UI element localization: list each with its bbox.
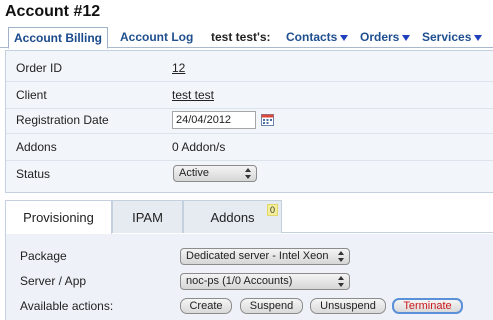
- status-label: Status: [16, 167, 51, 181]
- account-details-panel: Order ID 12 Client test test Registratio…: [5, 50, 493, 193]
- tab-addons-label: Addons: [210, 210, 255, 225]
- page-title: Account #12: [5, 3, 101, 20]
- registration-date-label: Registration Date: [16, 113, 109, 127]
- service-tabs: Provisioning IPAM Addons 0: [5, 200, 493, 234]
- package-select-value: Dedicated server - Intel Xeon: [186, 250, 329, 262]
- menu-services-label: Services: [422, 30, 472, 44]
- client-row: Client test test: [6, 82, 493, 109]
- menu-services[interactable]: Services: [422, 27, 483, 48]
- tab-account-log[interactable]: Account Log: [120, 27, 193, 48]
- registration-date-row: Registration Date 24/04/2012: [6, 107, 493, 134]
- order-id-row: Order ID 12: [6, 55, 493, 82]
- tab-provisioning[interactable]: Provisioning: [5, 200, 112, 234]
- package-label: Package: [20, 249, 67, 263]
- server-label: Server / App: [20, 274, 87, 288]
- status-select-value: Active: [179, 167, 209, 179]
- addons-count-badge: 0: [266, 204, 278, 216]
- select-arrows-icon: [338, 276, 345, 287]
- server-select-value: noc-ps (1/0 Accounts): [186, 275, 293, 287]
- tab-account-billing[interactable]: Account Billing: [8, 27, 108, 49]
- status-row: Status Active: [6, 161, 493, 188]
- available-actions-label: Available actions:: [20, 299, 114, 313]
- client-link[interactable]: test test: [172, 88, 214, 102]
- order-id-label: Order ID: [16, 61, 63, 75]
- client-label: Client: [16, 88, 47, 102]
- calendar-icon[interactable]: [261, 113, 274, 126]
- suspend-button[interactable]: Suspend: [240, 298, 303, 314]
- chevron-down-icon: [402, 34, 411, 41]
- tab-addons[interactable]: Addons 0: [183, 200, 282, 233]
- order-id-link[interactable]: 12: [172, 61, 185, 75]
- addons-row: Addons 0 Addon/s: [6, 134, 493, 161]
- tab-ipam[interactable]: IPAM: [112, 200, 183, 233]
- package-select[interactable]: Dedicated server - Intel Xeon: [180, 248, 350, 265]
- select-arrows-icon: [338, 251, 345, 262]
- terminate-button[interactable]: Terminate: [392, 298, 463, 314]
- top-navigation: Account Billing Account Log test test's:…: [0, 27, 493, 49]
- menu-orders[interactable]: Orders: [360, 27, 411, 48]
- server-select[interactable]: noc-ps (1/0 Accounts): [180, 273, 350, 290]
- create-button[interactable]: Create: [180, 298, 232, 314]
- status-select[interactable]: Active: [173, 165, 257, 182]
- client-label: test test's:: [211, 30, 271, 44]
- chevron-down-icon: [340, 34, 349, 41]
- unsuspend-button[interactable]: Unsuspend: [310, 298, 386, 314]
- menu-contacts[interactable]: Contacts: [286, 27, 349, 48]
- select-arrows-icon: [245, 168, 252, 179]
- addons-value: 0 Addon/s: [172, 140, 226, 154]
- addons-label: Addons: [16, 140, 57, 154]
- menu-orders-label: Orders: [360, 30, 400, 44]
- chevron-down-icon: [474, 34, 483, 41]
- registration-date-input[interactable]: 24/04/2012: [172, 111, 256, 129]
- menu-contacts-label: Contacts: [286, 30, 338, 44]
